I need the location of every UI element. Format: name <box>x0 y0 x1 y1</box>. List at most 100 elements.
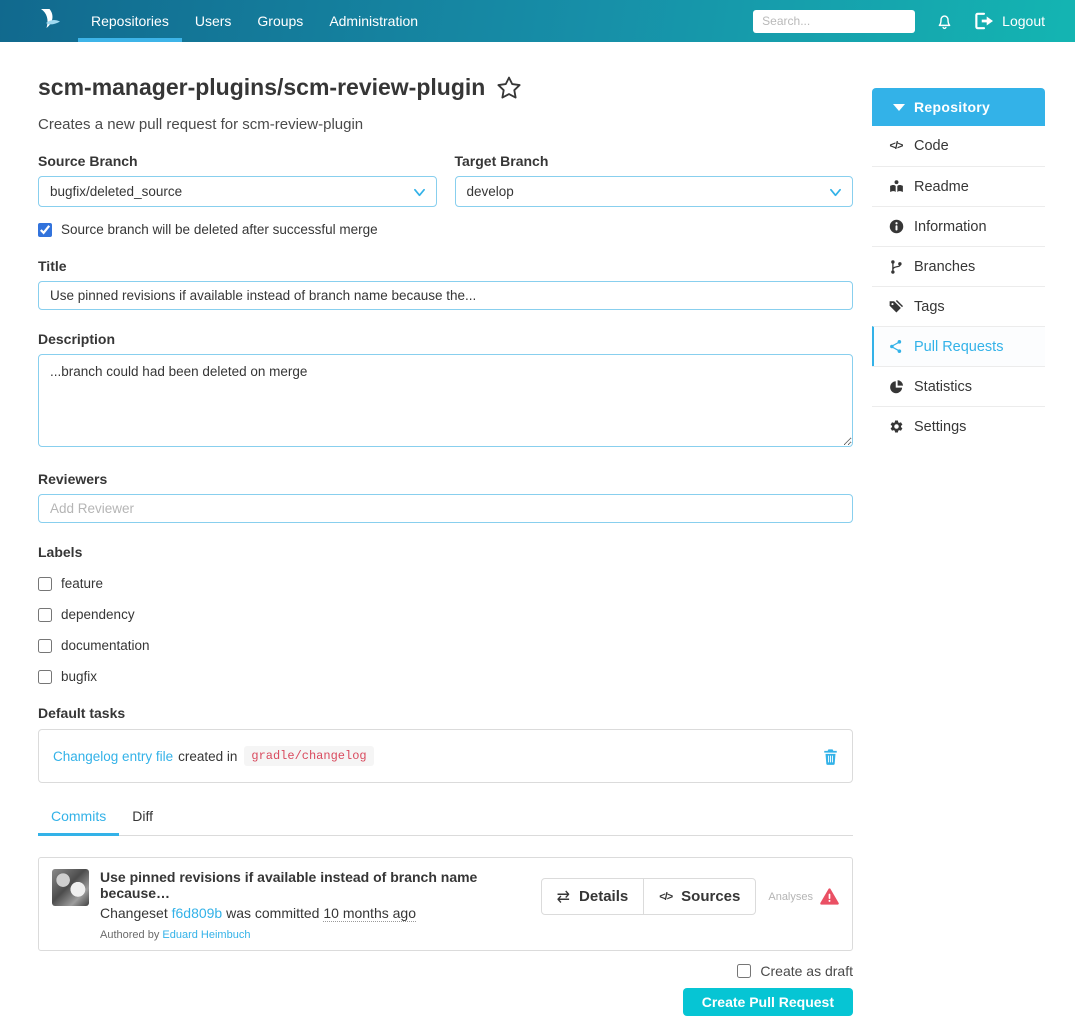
sidebar-header-repository[interactable]: Repository <box>872 88 1045 126</box>
sidebar-item-pull-requests[interactable]: Pull Requests <box>872 326 1045 366</box>
logout-label: Logout <box>1002 13 1045 29</box>
page-subtitle: Creates a new pull request for scm-revie… <box>38 116 364 133</box>
documentation-checkbox[interactable] <box>38 638 52 653</box>
author-link[interactable]: Eduard Heimbuch <box>162 929 250 941</box>
sidebar-item-statistics[interactable]: Statistics <box>872 366 1045 406</box>
commit-info: Use pinned revisions if available instea… <box>100 869 541 941</box>
label-option-dependency: dependency <box>38 607 853 622</box>
draft-label: Create as draft <box>760 963 853 979</box>
labels-label: Labels <box>38 544 83 560</box>
sidebar-item-readme[interactable]: Readme <box>872 166 1045 206</box>
changeset-prefix: Changeset <box>100 905 168 921</box>
favorite-star-icon[interactable] <box>496 75 522 101</box>
submit-row: Create Pull Request <box>38 988 853 1016</box>
delete-source-label: Source branch will be deleted after succ… <box>61 222 378 237</box>
exchange-icon: ⇄ <box>556 888 571 906</box>
collapse-triangle-icon <box>893 103 905 111</box>
sidebar-item-information[interactable]: Information <box>872 206 1045 246</box>
bugfix-checkbox[interactable] <box>38 669 52 684</box>
feature-checkbox[interactable] <box>38 576 52 591</box>
sidebar-item-label: Settings <box>914 418 967 435</box>
authored-prefix: Authored by <box>100 929 160 941</box>
commit-author-avatar <box>52 869 89 906</box>
commit-button-group: ⇄ Details </> Sources <box>540 878 757 915</box>
feature-label: feature <box>61 576 104 591</box>
default-tasks-label: Default tasks <box>38 705 126 721</box>
sidebar-item-code[interactable]: </> Code <box>872 126 1045 166</box>
sidebar-item-tags[interactable]: Tags <box>872 286 1045 326</box>
commit-meta: Changeset f6d809b was committed 10 month… <box>100 905 541 922</box>
title-input[interactable] <box>38 281 853 310</box>
tab-commits[interactable]: Commits <box>38 806 120 836</box>
create-pull-request-button[interactable]: Create Pull Request <box>682 988 853 1016</box>
description-textarea[interactable]: ...branch could had been deleted on merg… <box>38 354 853 447</box>
delete-source-checkbox-row: Source branch will be deleted after succ… <box>38 222 853 237</box>
changeset-id-link[interactable]: f6d809b <box>172 905 223 921</box>
bugfix-label: bugfix <box>61 669 98 684</box>
nav-item-administration[interactable]: Administration <box>316 0 431 42</box>
details-button[interactable]: ⇄ Details <box>542 879 644 914</box>
information-icon <box>887 219 905 234</box>
tab-diff[interactable]: Diff <box>119 806 166 836</box>
task-path-code: gradle/changelog <box>244 746 374 766</box>
title-label: Title <box>38 258 67 274</box>
description-label: Description <box>38 331 116 347</box>
navbar: Repositories Users Groups Administration… <box>0 0 1075 42</box>
sidebar-item-settings[interactable]: Settings <box>872 406 1045 446</box>
task-connector-text: created in <box>178 748 238 764</box>
sidebar-item-label: Information <box>914 218 987 235</box>
target-branch-value: develop <box>466 184 514 199</box>
changes-tabs: Commits Diff <box>38 806 853 836</box>
delete-task-button[interactable] <box>823 748 838 765</box>
page-title: scm-manager-plugins/scm-review-plugin <box>38 74 853 101</box>
nav-item-users[interactable]: Users <box>182 0 245 42</box>
sidebar-item-branches[interactable]: Branches <box>872 246 1045 286</box>
sources-button[interactable]: </> Sources <box>643 879 755 914</box>
bell-icon <box>938 15 951 30</box>
delete-source-checkbox[interactable] <box>38 222 52 237</box>
title-field: Title <box>38 258 853 310</box>
code-icon: </> <box>889 140 904 152</box>
default-task-card: Changelog entry file created in gradle/c… <box>38 729 853 783</box>
target-branch-field: Target Branch develop <box>454 153 853 207</box>
sources-label: Sources <box>681 888 741 905</box>
scm-manager-logo[interactable] <box>36 0 62 42</box>
reviewers-label: Reviewers <box>38 471 108 487</box>
nav-item-repositories[interactable]: Repositories <box>78 0 182 42</box>
notifications-button[interactable] <box>935 11 954 31</box>
target-branch-select[interactable]: develop <box>454 176 853 207</box>
commit-card: Use pinned revisions if available instea… <box>38 857 853 951</box>
search-input[interactable] <box>753 9 916 33</box>
logout-icon <box>975 12 994 30</box>
branch-row: Source Branch bugfix/deleted_source Targ… <box>38 153 853 207</box>
sidebar-item-label: Statistics <box>914 378 973 395</box>
label-option-documentation: documentation <box>38 638 853 653</box>
source-branch-select[interactable]: bugfix/deleted_source <box>38 176 437 207</box>
nav-item-groups[interactable]: Groups <box>244 0 316 42</box>
warning-triangle-icon <box>820 888 839 905</box>
description-field: Description ...branch could had been del… <box>38 331 853 450</box>
sidebar-item-label: Code <box>914 138 949 154</box>
readme-icon <box>887 179 905 194</box>
repository-name: scm-manager-plugins/scm-review-plugin <box>38 74 486 100</box>
details-label: Details <box>579 888 629 905</box>
committed-time: 10 months ago <box>323 905 416 922</box>
settings-icon <box>887 419 905 434</box>
logout-button[interactable]: Logout <box>974 12 1045 30</box>
add-reviewer-input[interactable] <box>38 494 853 523</box>
sidebar-item-label: Branches <box>914 258 976 275</box>
changelog-task-link[interactable]: Changelog entry file <box>53 749 173 764</box>
repository-sidebar: Repository </> Code Readme Information B… <box>872 88 1045 1016</box>
draft-checkbox-row: Create as draft <box>38 963 853 979</box>
committed-text: was committed <box>226 905 320 921</box>
logo-bird-icon <box>41 9 60 28</box>
branches-icon <box>887 259 905 275</box>
label-option-bugfix: bugfix <box>38 669 853 684</box>
analyses-label: Analyses <box>768 890 813 903</box>
target-branch-label: Target Branch <box>454 153 549 169</box>
sidebar-header-label: Repository <box>914 99 991 115</box>
analyses-indicator[interactable]: Analyses <box>768 888 839 905</box>
dependency-checkbox[interactable] <box>38 607 52 622</box>
create-as-draft-checkbox[interactable] <box>737 964 752 978</box>
commit-title: Use pinned revisions if available instea… <box>100 869 478 901</box>
